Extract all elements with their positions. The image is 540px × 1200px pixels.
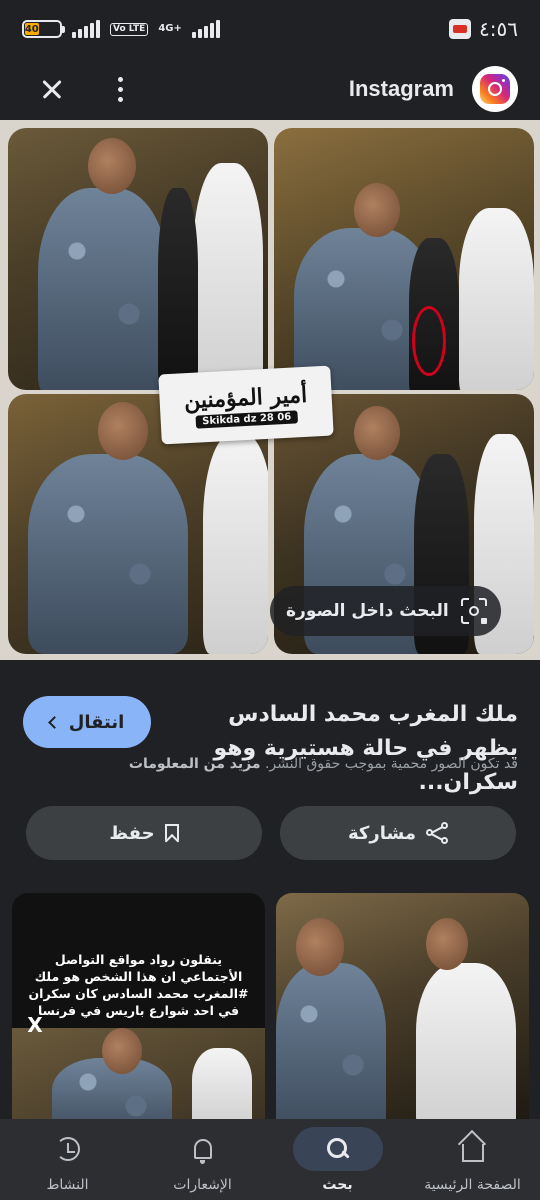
header: Instagram <box>0 58 540 120</box>
clock: ٤:٥٦ <box>479 17 518 41</box>
image-tile <box>274 128 534 390</box>
close-icon[interactable] <box>34 71 70 107</box>
bookmark-icon <box>164 824 179 842</box>
status-right: ٤:٥٦ <box>449 17 518 41</box>
related-photo <box>12 1028 265 1119</box>
status-icons: 40 Vo LTE 4G+ <box>22 20 220 38</box>
search-inside-image-label: البحث داخل الصورة <box>286 601 449 621</box>
watermark-title: أمير المؤمنين <box>183 381 308 414</box>
app-notification-icon <box>449 19 472 39</box>
bottom-navigation: النشاط الإشعارات بحث الصفحة الرئيسية <box>0 1119 540 1200</box>
share-label: مشاركة <box>348 822 416 844</box>
battery-level: 40 <box>24 23 39 35</box>
signal-icon <box>72 20 100 38</box>
share-button[interactable]: مشاركة <box>280 806 516 860</box>
nav-label: النشاط <box>46 1177 89 1193</box>
related-result-card[interactable]: ينقلون رواد مواقع التواصل الأجتماعي ان ه… <box>12 893 265 1119</box>
nav-label: الصفحة الرئيسية <box>424 1177 521 1193</box>
main-image[interactable]: أمير المؤمنين Skikda dz 28 06 البحث داخل… <box>0 120 540 660</box>
visit-label: انتقال <box>68 711 125 733</box>
x-logo-icon: X <box>27 1013 43 1037</box>
more-vert-icon[interactable] <box>110 71 130 107</box>
image-tile <box>8 128 268 390</box>
save-button[interactable]: حفظ <box>26 806 262 860</box>
visit-button[interactable]: انتقال <box>23 696 151 748</box>
nav-activity[interactable]: النشاط <box>0 1127 135 1193</box>
title-row: انتقال ملك المغرب محمد السادس يظهر في حا… <box>0 678 540 795</box>
search-icon <box>326 1138 349 1160</box>
instagram-logo-icon <box>472 66 518 112</box>
volte-indicator: Vo LTE <box>110 22 149 36</box>
copyright-notice: قد تكون الصور محمية بموجب حقوق النشر. مز… <box>18 756 518 772</box>
copyright-text: قد تكون الصور محمية بموجب حقوق النشر. <box>264 756 518 772</box>
google-lens-result-page: 40 Vo LTE 4G+ ٤:٥٦ Instagram أمير المؤمن… <box>0 0 540 1200</box>
share-icon <box>425 822 448 844</box>
action-buttons: مشاركة حفظ <box>0 806 540 860</box>
status-bar: 40 Vo LTE 4G+ ٤:٥٦ <box>0 0 540 58</box>
lens-icon <box>460 598 487 624</box>
related-result-card[interactable] <box>276 893 529 1119</box>
nav-home[interactable]: الصفحة الرئيسية <box>405 1127 540 1193</box>
related-results: ينقلون رواد مواقع التواصل الأجتماعي ان ه… <box>0 893 540 1119</box>
battery-icon: 40 <box>22 20 65 38</box>
image-watermark: أمير المؤمنين Skikda dz 28 06 <box>158 365 334 445</box>
network-type: 4G+ <box>158 23 182 34</box>
home-icon <box>461 1144 484 1162</box>
search-inside-image-button[interactable]: البحث داخل الصورة <box>270 586 501 636</box>
related-caption: ينقلون رواد مواقع التواصل الأجتماعي ان ه… <box>28 952 249 1018</box>
nav-label: الإشعارات <box>173 1177 232 1193</box>
header-actions <box>34 71 130 107</box>
activity-icon <box>55 1137 80 1161</box>
more-info-link[interactable]: مزيد من المعلومات <box>129 756 261 772</box>
nav-search[interactable]: بحث <box>270 1127 405 1193</box>
nav-label: بحث <box>322 1177 353 1193</box>
site-name: Instagram <box>348 76 454 101</box>
result-title[interactable]: ملك المغرب محمد السادس يظهر في حالة هستي… <box>178 698 518 800</box>
signal-2-icon <box>191 20 220 38</box>
save-label: حفظ <box>109 822 155 844</box>
chevron-left-icon <box>47 716 61 729</box>
nav-notifications[interactable]: الإشعارات <box>135 1127 270 1193</box>
source-site[interactable]: Instagram <box>349 66 518 112</box>
watermark-subtitle: Skikda dz 28 06 <box>195 409 298 429</box>
bell-icon <box>193 1139 212 1164</box>
